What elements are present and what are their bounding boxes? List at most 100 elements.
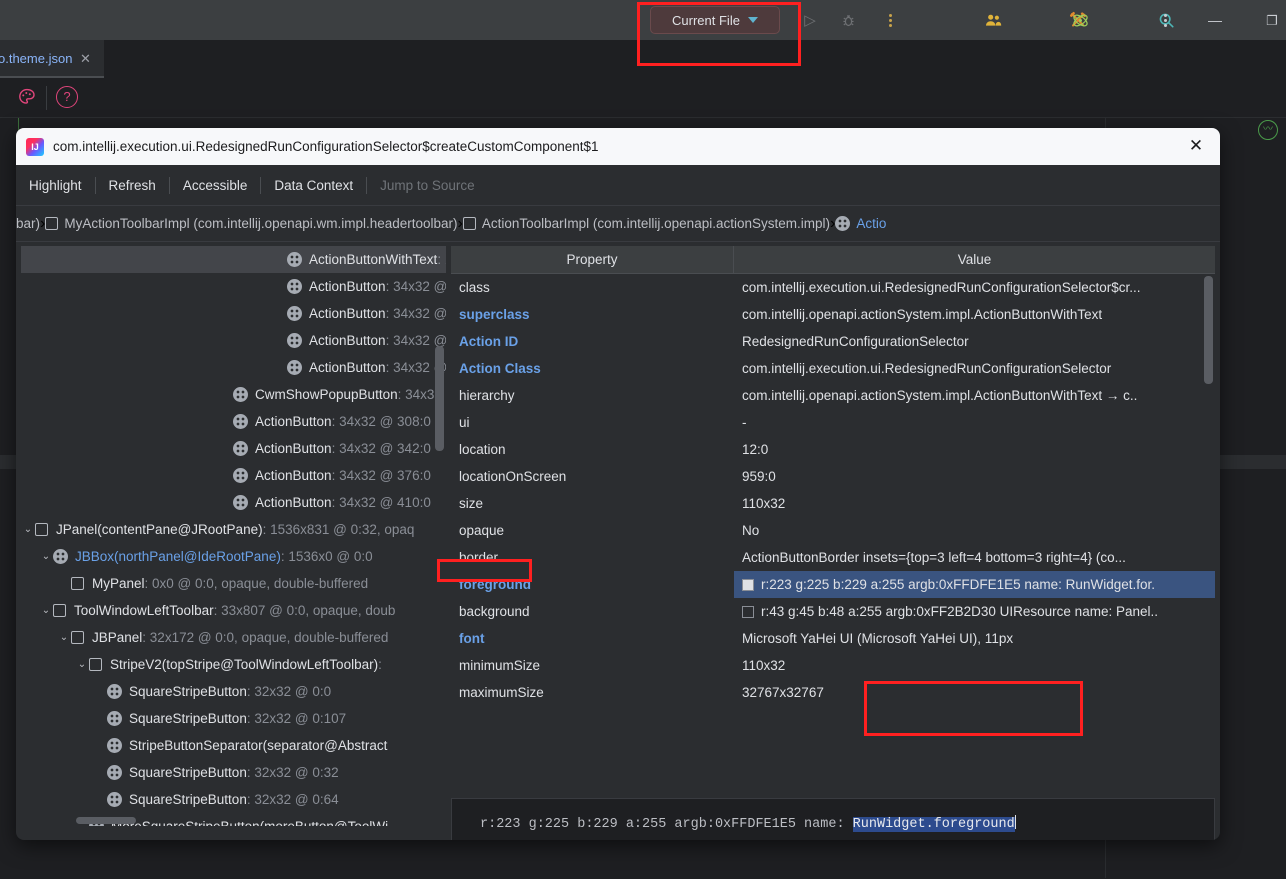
table-row[interactable]: Action Class com.intellij.execution.ui.Re… (451, 355, 1215, 382)
column-header-value[interactable]: Value (734, 246, 1215, 273)
table-row[interactable]: hierarchy com.intellij.openapi.actionSyst… (451, 382, 1215, 409)
tree-row[interactable]: ActionButton: 34x32 @ 122:0 (21, 273, 446, 300)
table-row[interactable]: minimumSize 110x32 (451, 652, 1215, 679)
tree-row[interactable]: ⌄ JBPanel: 32x172 @ 0:0, opaque, double-b… (21, 624, 446, 651)
table-cell-value: Microsoft YaHei UI (Microsoft YaHei UI),… (734, 625, 1215, 652)
tree-row[interactable]: SquareStripeButton: 32x32 @ 0:0 (21, 678, 446, 705)
chevron-down-icon[interactable]: ⌄ (57, 632, 71, 643)
breadcrumb-label: ActionToolbarImpl (com.intellij.openapi.… (481, 216, 830, 231)
tree-row[interactable]: ActionButton: 34x32 @ 308:0 (21, 408, 446, 435)
color-palette-icon[interactable] (16, 87, 38, 109)
ai-assistant-atom-icon[interactable] (1070, 10, 1090, 30)
tree-row[interactable]: SquareStripeButton: 32x32 @ 0:32 (21, 759, 446, 786)
data-context-button[interactable]: Data Context (261, 178, 366, 193)
value-detail-text: r:223 g:225 b:229 a:255 argb:0xFFDFE1E5 … (452, 799, 1214, 832)
chevron-down-icon[interactable]: ⌄ (21, 524, 35, 535)
property-table-panel[interactable]: Property Value class com.intellij.executi… (451, 246, 1215, 798)
tree-row[interactable]: ⌄ ToolWindowLeftToolbar: 33x807 @ 0:0, op… (21, 597, 446, 624)
table-row[interactable]: background r:43 g:45 b:48 a:255 argb:0xFF… (451, 598, 1215, 625)
tree-row-name: ActionButton (309, 279, 386, 294)
tree-vertical-scrollbar[interactable] (435, 346, 444, 451)
tree-row[interactable]: ⌄ JPanel(contentPane@JRootPane): 1536x831… (21, 516, 446, 543)
table-row[interactable]: opaque No (451, 517, 1215, 544)
component-tree-panel[interactable]: ActionButtonWithText: 110x32ActionButton… (21, 246, 446, 826)
accessible-button[interactable]: Accessible (170, 178, 261, 193)
tree-row[interactable]: ActionButtonWithText: 110x32 (21, 246, 446, 273)
tree-row-name: ActionButton (255, 414, 332, 429)
column-header-property[interactable]: Property (451, 246, 734, 273)
dialog-title: com.intellij.execution.ui.RedesignedRunC… (53, 139, 599, 154)
table-row[interactable]: locationOnScreen 959:0 (451, 463, 1215, 490)
tree-row[interactable]: ⌄ StripeV2(topStripe@ToolWindowLeftToolba… (21, 651, 446, 678)
tree-row[interactable]: StripeButtonSeparator(separator@Abstract (21, 732, 446, 759)
table-row[interactable]: class com.intellij.execution.ui.Redesigne… (451, 274, 1215, 301)
chevron-down-icon[interactable]: ⌄ (39, 605, 53, 616)
breadcrumb-item-myactiontoolbarimpl[interactable]: MyActionToolbarImpl (com.intellij.openap… (45, 216, 458, 231)
tree-row[interactable]: ActionButton: 34x32 @ 410:0 (21, 489, 446, 516)
refresh-button[interactable]: Refresh (96, 178, 169, 193)
chevron-down-icon (747, 17, 758, 23)
collaborate-users-icon[interactable] (983, 10, 1003, 30)
run-icon[interactable]: ▷ (800, 10, 820, 30)
inspection-status-icon[interactable]: 〰 (1258, 120, 1278, 140)
main-menu-more-icon[interactable] (1155, 10, 1175, 30)
table-cell-property: minimumSize (459, 658, 541, 673)
table-row[interactable]: border ActionButtonBorder insets={top=3 l… (451, 544, 1215, 571)
table-row[interactable]: location 12:0 (451, 436, 1215, 463)
table-cell-value: r:43 g:45 b:48 a:255 argb:0xFF2B2D30 UIR… (734, 598, 1215, 625)
table-vertical-scrollbar[interactable] (1204, 276, 1213, 384)
table-row[interactable]: foreground r:223 g:225 b:229 a:255 argb:0… (451, 571, 1215, 598)
help-question-icon[interactable]: ? (56, 86, 78, 108)
tree-row[interactable]: SquareStripeButton: 32x32 @ 0:64 (21, 786, 446, 813)
table-row[interactable]: font Microsoft YaHei UI (Microsoft YaHei … (451, 625, 1215, 652)
table-cell-property: maximumSize (459, 685, 544, 700)
grid-icon (233, 441, 248, 456)
run-configuration-selector[interactable]: Current File (650, 6, 780, 34)
tree-row-meta: : 110x32 (437, 252, 446, 267)
tree-row-meta: : 32x32 @ 0:32 (246, 765, 339, 780)
toolbar-divider (46, 86, 47, 110)
breadcrumb-item-actiontoolbarimpl[interactable]: ActionToolbarImpl (com.intellij.openapi.… (462, 216, 830, 231)
tree-row[interactable]: CwmShowPopupButton: 34x32 @ 2 (21, 381, 446, 408)
breadcrumb-item-bar[interactable]: bar) (16, 216, 40, 231)
chevron-down-icon[interactable]: ⌄ (39, 551, 53, 562)
grid-icon (233, 414, 248, 429)
tree-row[interactable]: SquareStripeButton: 32x32 @ 0:107 (21, 705, 446, 732)
close-icon[interactable]: ✕ (80, 51, 91, 67)
editor-tab-label: o.theme.json (0, 51, 73, 66)
tree-horizontal-scrollbar[interactable] (76, 817, 136, 824)
tree-row-name: SquareStripeButton (129, 792, 247, 807)
table-row[interactable]: size 110x32 (451, 490, 1215, 517)
chevron-down-icon[interactable]: ⌄ (75, 659, 89, 670)
breadcrumb-label: bar) (16, 216, 41, 231)
debug-icon[interactable] (838, 10, 858, 30)
close-icon[interactable]: ✕ (1182, 133, 1210, 159)
table-cell-property: Action Class (459, 361, 541, 376)
minimize-window-icon[interactable]: — (1205, 10, 1225, 30)
highlight-button[interactable]: Highlight (16, 178, 95, 193)
tree-row-name: CwmShowPopupButton (255, 387, 398, 402)
value-detail-panel[interactable]: r:223 g:225 b:229 a:255 argb:0xFFDFE1E5 … (451, 798, 1215, 840)
table-row[interactable]: superclass com.intellij.openapi.actionSys… (451, 301, 1215, 328)
tree-row[interactable]: ActionButton: 34x32 @ 376:0 (21, 462, 446, 489)
tree-row[interactable]: ⌄ JBBox(northPanel@IdeRootPane): 1536x0 @… (21, 543, 446, 570)
table-row[interactable]: Action ID RedesignedRunConfigurationSelec… (451, 328, 1215, 355)
grid-icon (107, 792, 122, 807)
tree-row[interactable]: ActionButton: 34x32 @ 342:0 (21, 435, 446, 462)
tree-row[interactable]: ActionButton: 34x32 @ 156:0 (21, 300, 446, 327)
table-row[interactable]: maximumSize 32767x32767 (451, 679, 1215, 706)
table-row[interactable]: ui - (451, 409, 1215, 436)
detail-selected-name[interactable]: RunWidget.foreground (852, 817, 1015, 832)
breadcrumb-item-actionbutton[interactable]: Actio (835, 216, 886, 231)
more-vertical-icon[interactable] (880, 10, 900, 30)
tree-row[interactable]: ActionButton: 34x32 @ 190:0 (21, 327, 446, 354)
tree-row-meta: : 34x32 @ 410:0 (331, 495, 431, 510)
restore-window-icon[interactable]: ❐ (1262, 10, 1282, 30)
tree-row[interactable]: ActionButton: 34x32 @ 224:0 (21, 354, 446, 381)
table-cell-property: foreground (459, 577, 531, 592)
tree-row[interactable]: MyPanel: 0x0 @ 0:0, opaque, double-buffe… (21, 570, 446, 597)
grid-icon (287, 279, 302, 294)
tree-row-name: ActionButton (255, 441, 332, 456)
tree-row-meta: : 1536x831 @ 0:32, opaq (262, 522, 415, 537)
table-cell-property: ui (459, 415, 470, 430)
